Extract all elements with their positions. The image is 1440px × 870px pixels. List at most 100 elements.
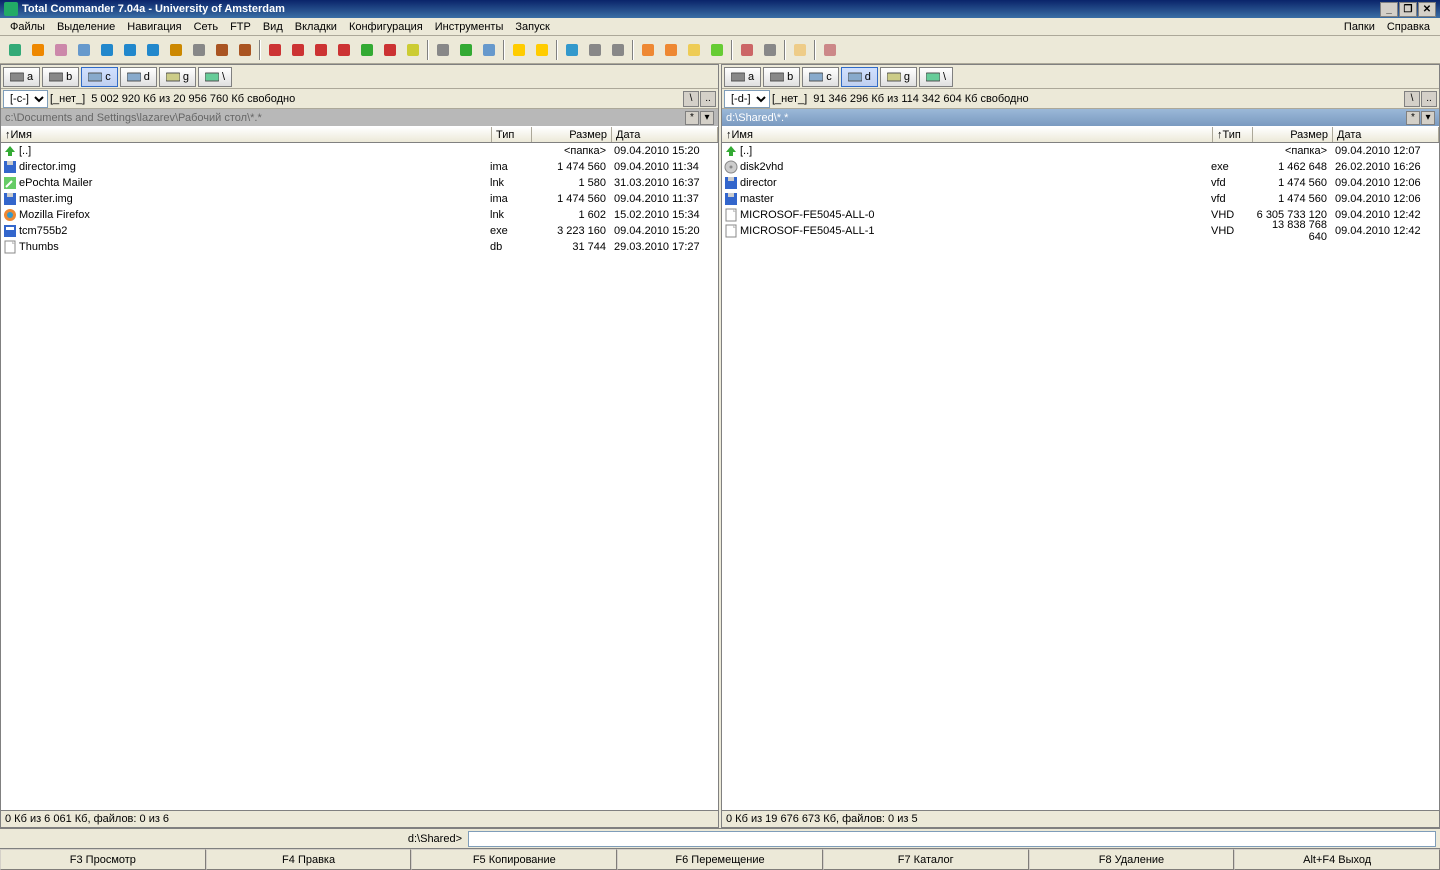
toolbar-app3-icon[interactable] (683, 39, 705, 61)
toolbar-pack-icon[interactable] (211, 39, 233, 61)
maximize-button[interactable]: ❐ (1399, 2, 1417, 17)
toolbar-tree-icon[interactable] (455, 39, 477, 61)
toolbar-tc-icon[interactable] (508, 39, 530, 61)
toolbar-app1-icon[interactable] (637, 39, 659, 61)
left-drive-b[interactable]: b (42, 67, 79, 87)
right-drive-c[interactable]: c (802, 67, 839, 87)
toolbar-search-icon[interactable] (432, 39, 454, 61)
right-drive-network[interactable]: \ (919, 67, 953, 87)
left-tab-fav[interactable]: * (685, 111, 699, 125)
left-tab-history[interactable]: ▾ (700, 111, 714, 125)
toolbar-star-icon[interactable] (402, 39, 424, 61)
menu-ftp[interactable]: FTP (224, 19, 257, 35)
left-drive-network[interactable]: \ (198, 67, 232, 87)
left-drive-combo[interactable]: [-c-] (3, 90, 48, 108)
toolbar-app2-icon[interactable] (660, 39, 682, 61)
left-file-row[interactable]: director.imgima1 474 56009.04.2010 11:34 (1, 159, 718, 175)
menu-запуск[interactable]: Запуск (509, 19, 555, 35)
left-up-button[interactable]: .. (700, 91, 716, 107)
toolbar-hammer-icon[interactable] (819, 39, 841, 61)
toolbar-swap-icon[interactable] (142, 39, 164, 61)
menu-навигация[interactable]: Навигация (121, 19, 187, 35)
toolbar-app4-icon[interactable] (706, 39, 728, 61)
left-drive-d[interactable]: d (120, 67, 157, 87)
toolbar-gear-icon[interactable] (27, 39, 49, 61)
right-file-row[interactable]: directorvfd1 474 56009.04.2010 12:06 (722, 175, 1439, 191)
left-root-button[interactable]: \ (683, 91, 699, 107)
left-col-name[interactable]: ↑Имя (1, 127, 492, 142)
close-button[interactable]: ✕ (1418, 2, 1436, 17)
menu-вкладки[interactable]: Вкладки (289, 19, 343, 35)
right-col-date[interactable]: Дата (1333, 127, 1439, 142)
left-path-tab[interactable]: c:\Documents and Settings\lazarev\Рабочи… (1, 109, 718, 126)
toolbar-link-icon[interactable] (165, 39, 187, 61)
right-up-button[interactable]: .. (1421, 91, 1437, 107)
toolbar-arrow-right-icon[interactable] (119, 39, 141, 61)
right-col-size[interactable]: Размер (1253, 127, 1333, 142)
left-drive-a[interactable]: a (3, 67, 40, 87)
toolbar-notepad-icon[interactable] (789, 39, 811, 61)
toolbar-mark-down-icon[interactable] (287, 39, 309, 61)
menu-выделение[interactable]: Выделение (51, 19, 121, 35)
fn-button[interactable]: F7 Каталог (823, 849, 1029, 870)
toolbar-cpanel-icon[interactable] (584, 39, 606, 61)
toolbar-book-icon[interactable] (736, 39, 758, 61)
left-file-list[interactable]: [..]<папка>09.04.2010 15:20director.imgi… (1, 143, 718, 810)
right-path-tab[interactable]: d:\Shared\*.* * ▾ (722, 109, 1439, 126)
toolbar-split-icon[interactable] (759, 39, 781, 61)
right-drive-d[interactable]: d (841, 67, 878, 87)
toolbar-arrow-left-icon[interactable] (96, 39, 118, 61)
left-col-date[interactable]: Дата (612, 127, 718, 142)
left-drive-c[interactable]: c (81, 67, 118, 87)
right-drive-b[interactable]: b (763, 67, 800, 87)
right-file-list[interactable]: [..]<папка>09.04.2010 12:07disk2vhdexe1 … (722, 143, 1439, 810)
toolbar-folder-icon[interactable] (531, 39, 553, 61)
left-file-row[interactable]: tcm755b2exe3 223 16009.04.2010 15:20 (1, 223, 718, 239)
menu-файлы[interactable]: Файлы (4, 19, 51, 35)
fn-button[interactable]: Alt+F4 Выход (1234, 849, 1440, 870)
toolbar-plus-icon[interactable] (356, 39, 378, 61)
fn-button[interactable]: F5 Копирование (411, 849, 617, 870)
fn-button[interactable]: F4 Правка (206, 849, 412, 870)
left-file-row[interactable]: Mozilla Firefoxlnk1 60215.02.2010 15:34 (1, 207, 718, 223)
toolbar-minus-icon[interactable] (379, 39, 401, 61)
left-file-row[interactable]: ePochta Mailerlnk1 58031.03.2010 16:37 (1, 175, 718, 191)
menu-справка[interactable]: Справка (1381, 19, 1436, 35)
menu-сеть[interactable]: Сеть (188, 19, 224, 35)
right-drive-a[interactable]: a (724, 67, 761, 87)
left-file-row[interactable]: Thumbsdb31 74429.03.2010 17:27 (1, 239, 718, 255)
toolbar-mark-up-icon[interactable] (264, 39, 286, 61)
right-file-row[interactable]: MICROSOF-FE5045-ALL-1VHD13 838 768 64009… (722, 223, 1439, 239)
toolbar-refresh-icon[interactable] (4, 39, 26, 61)
toolbar-wand-icon[interactable] (50, 39, 72, 61)
right-root-button[interactable]: \ (1404, 91, 1420, 107)
left-col-type[interactable]: Тип (492, 127, 532, 142)
fn-button[interactable]: F3 Просмотр (0, 849, 206, 870)
right-file-row[interactable]: disk2vhdexe1 462 64826.02.2010 16:26 (722, 159, 1439, 175)
left-file-row[interactable]: master.imgima1 474 56009.04.2010 11:37 (1, 191, 718, 207)
toolbar-mark-left-icon[interactable] (333, 39, 355, 61)
toolbar-unpack-icon[interactable] (234, 39, 256, 61)
left-drive-g[interactable]: g (159, 67, 196, 87)
menu-папки[interactable]: Папки (1338, 19, 1381, 35)
right-drive-combo[interactable]: [-d-] (724, 90, 770, 108)
right-col-name[interactable]: ↑Имя (722, 127, 1213, 142)
toolbar-mark-right-icon[interactable] (310, 39, 332, 61)
right-drive-g[interactable]: g (880, 67, 917, 87)
fn-button[interactable]: F6 Перемещение (617, 849, 823, 870)
toolbar-7z-icon[interactable] (188, 39, 210, 61)
menu-конфигурация[interactable]: Конфигурация (343, 19, 429, 35)
menu-инструменты[interactable]: Инструменты (429, 19, 510, 35)
right-file-row[interactable]: [..]<папка>09.04.2010 12:07 (722, 143, 1439, 159)
minimize-button[interactable]: _ (1380, 2, 1398, 17)
right-tab-fav[interactable]: * (1406, 111, 1420, 125)
toolbar-copy-names-icon[interactable] (73, 39, 95, 61)
right-file-row[interactable]: MICROSOF-FE5045-ALL-0VHD6 305 733 12009.… (722, 207, 1439, 223)
right-tab-history[interactable]: ▾ (1421, 111, 1435, 125)
toolbar-mycomp-icon[interactable] (607, 39, 629, 61)
fn-button[interactable]: F8 Удаление (1029, 849, 1235, 870)
right-file-row[interactable]: mastervfd1 474 56009.04.2010 12:06 (722, 191, 1439, 207)
command-input[interactable] (468, 831, 1436, 847)
left-col-size[interactable]: Размер (532, 127, 612, 142)
right-col-type[interactable]: ↑Тип (1213, 127, 1253, 142)
